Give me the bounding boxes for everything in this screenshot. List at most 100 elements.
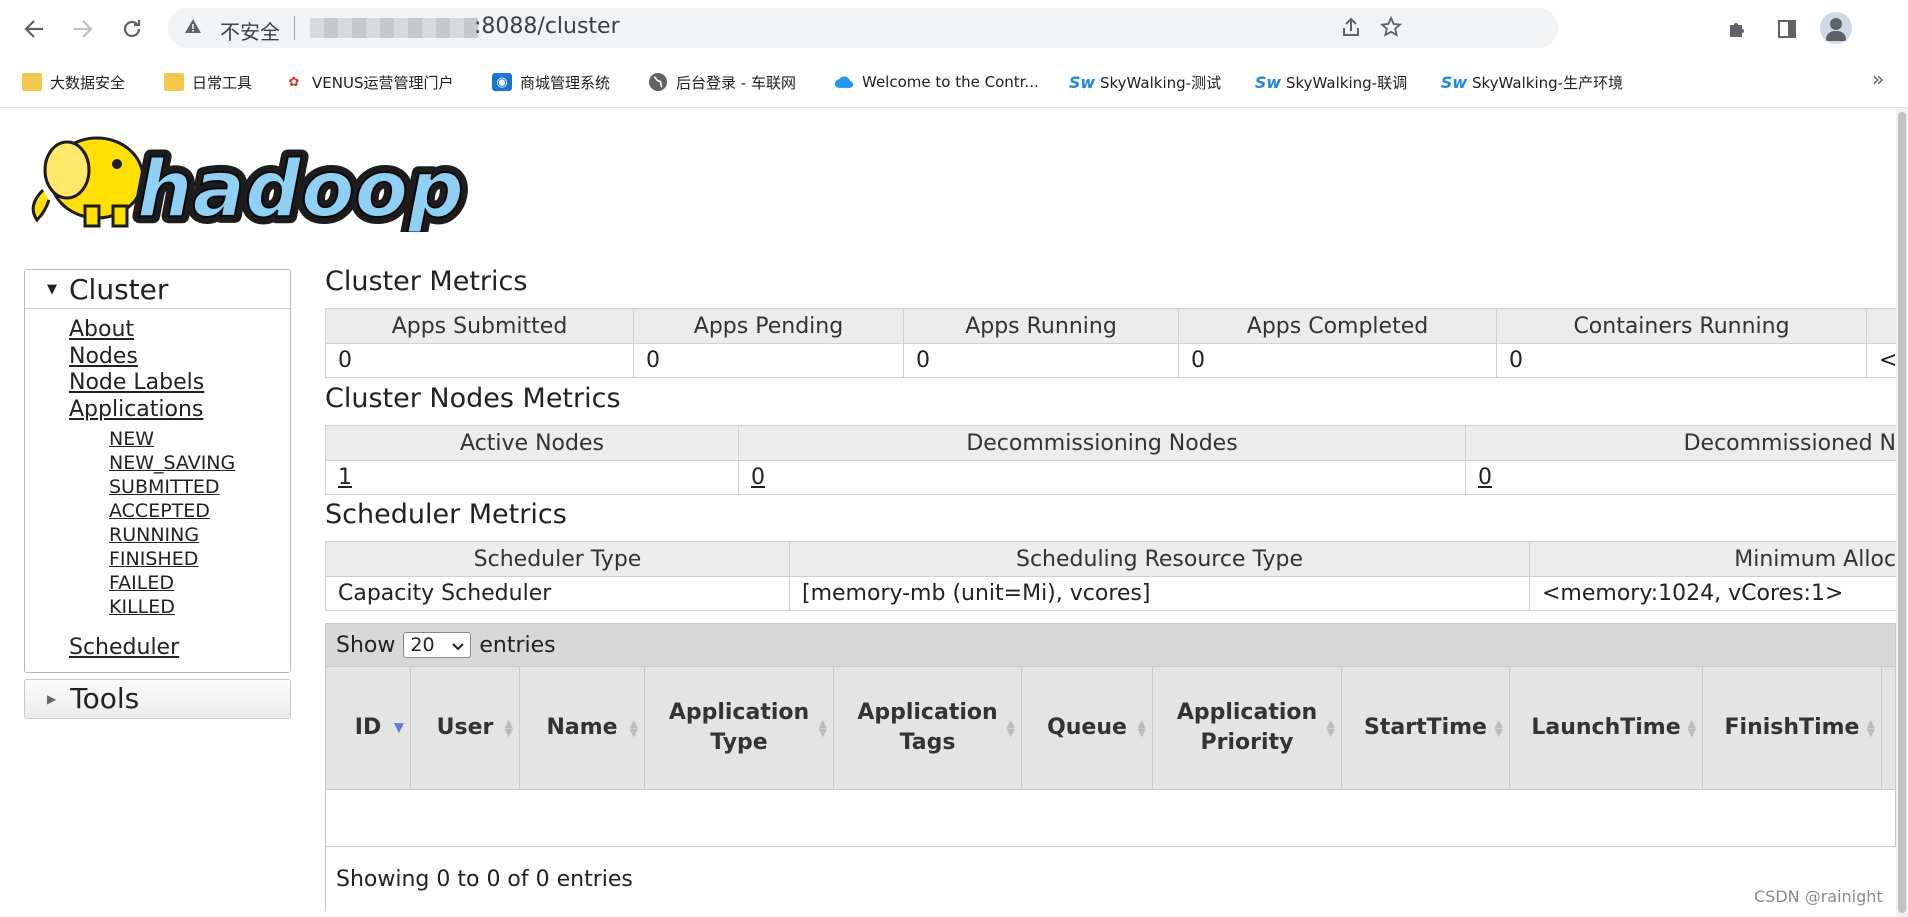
hadoop-cluster-page: hadoop hadoop ▼ Cluster About Nodes Node… [0, 108, 1896, 917]
application-states-list: NEW NEW_SAVING SUBMITTED ACCEPTED RUNNIN… [69, 427, 290, 619]
browser-toolbar: 不安全 :8088/cluster [0, 0, 1908, 57]
metric-value: 0 [738, 460, 1466, 495]
globe-icon [648, 73, 668, 91]
security-label[interactable]: 不安全 [220, 16, 280, 45]
app-state-failed[interactable]: FAILED [109, 571, 290, 595]
column-header-launch-time[interactable]: LaunchTime ▲ ▼ [1510, 667, 1703, 789]
column-header: Scheduling Resource Type [789, 541, 1530, 577]
column-header-user[interactable]: User ▲ ▼ [411, 667, 520, 789]
bookmarks-bar: 大数据安全 日常工具 ✿ VENUS运营管理门户 ◉ 商城管理系统 后台登录 -… [0, 57, 1908, 108]
reload-icon[interactable] [115, 12, 149, 46]
bookmark-star-icon[interactable] [1379, 15, 1403, 44]
column-header: Containers Running [1496, 308, 1867, 344]
column-header-application-tags[interactable]: Application Tags ▲ ▼ [834, 667, 1022, 789]
cluster-panel: ▼ Cluster About Nodes Node Labels Applic… [24, 269, 291, 673]
table-info: Showing 0 to 0 of 0 entries [325, 847, 1896, 911]
bookmark-item[interactable]: 日常工具 [164, 69, 252, 95]
decommissioned-nodes-link[interactable]: 0 [1478, 465, 1492, 490]
bookmark-item[interactable]: ◉ 商城管理系统 [492, 69, 610, 95]
url-text[interactable]: :8088/cluster [474, 14, 620, 39]
app-state-running[interactable]: RUNNING [109, 523, 290, 547]
metric-value: 0 [903, 343, 1179, 378]
column-header-finish-time[interactable]: FinishTime ▲ ▼ [1703, 667, 1882, 789]
address-bar[interactable]: 不安全 :8088/cluster [168, 8, 1558, 48]
column-header-name[interactable]: Name ▲ ▼ [520, 667, 645, 789]
active-nodes-link[interactable]: 1 [338, 465, 352, 490]
bookmark-item[interactable]: 大数据安全 [22, 69, 125, 95]
column-header: Decommissioned N [1465, 425, 1896, 461]
table-empty-body [325, 790, 1896, 847]
cluster-metrics-title: Cluster Metrics [325, 266, 528, 297]
sidebar-link-about[interactable]: About [69, 317, 290, 344]
app-state-new[interactable]: NEW [109, 427, 290, 451]
bookmark-item[interactable]: Sw SkyWalking-测试 [1068, 69, 1221, 95]
tools-panel-header[interactable]: ▶ Tools [24, 678, 291, 719]
app-state-accepted[interactable]: ACCEPTED [109, 499, 290, 523]
triangle-right-icon: ▶ [47, 691, 57, 706]
hadoop-logo: hadoop hadoop [31, 136, 471, 232]
sidebar: ▼ Cluster About Nodes Node Labels Applic… [24, 269, 291, 719]
warning-icon [184, 17, 202, 40]
bookmarks-overflow-chevron-icon[interactable]: » [1872, 67, 1884, 91]
app-state-new-saving[interactable]: NEW_SAVING [109, 451, 290, 475]
sort-desc-icon: ▼ [394, 720, 404, 736]
metric-value: 0 [1178, 343, 1497, 378]
metric-value: 0 [1465, 460, 1896, 495]
forward-arrow-icon[interactable] [66, 12, 100, 46]
sort-icon: ▲ ▼ [629, 717, 638, 739]
watermark: CSDN @rainight [1754, 887, 1883, 906]
decommissioning-nodes-link[interactable]: 0 [751, 465, 765, 490]
sidebar-link-scheduler[interactable]: Scheduler [69, 635, 290, 662]
cloud-icon [834, 73, 854, 91]
metric-value: <memory:1024, vCores:1> [1529, 576, 1896, 611]
metric-value: 0 [1496, 343, 1867, 378]
cluster-nodes-metrics-table: Active Nodes Decommissioning Nodes Decom… [325, 425, 1896, 495]
column-header: Apps Completed [1178, 308, 1497, 344]
column-header-start-time[interactable]: StartTime ▲ ▼ [1342, 667, 1510, 789]
scrollbar-thumb[interactable] [1898, 112, 1906, 913]
side-panel-icon[interactable] [1770, 12, 1804, 46]
column-header: Apps Pending [633, 308, 904, 344]
column-header-application-priority[interactable]: Application Priority ▲ ▼ [1153, 667, 1342, 789]
bookmark-item[interactable]: Sw SkyWalking-联调 [1254, 69, 1407, 95]
page-size-select[interactable]: 20 [403, 632, 472, 658]
sort-icon: ▲ ▼ [818, 717, 827, 739]
sort-icon: ▲ ▼ [1866, 717, 1875, 739]
app-state-finished[interactable]: FINISHED [109, 547, 290, 571]
metric-value: 0 [325, 343, 634, 378]
table-length-control: Show 20 entries [325, 623, 1896, 667]
bookmark-item[interactable]: ✿ VENUS运营管理门户 [284, 69, 454, 95]
metric-value: [memory-mb (unit=Mi), vcores] [789, 576, 1530, 611]
app-state-killed[interactable]: KILLED [109, 595, 290, 619]
column-header: Active Nodes [325, 425, 739, 461]
applications-table: Show 20 entries ID ▼ User ▲ ▼ Name ▲ ▼ Applic… [325, 623, 1896, 911]
cluster-panel-header[interactable]: ▼ Cluster [25, 270, 290, 309]
metric-value: 0 [633, 343, 904, 378]
sidebar-link-nodes[interactable]: Nodes [69, 344, 290, 371]
bookmark-item[interactable]: Welcome to the Contr... [834, 69, 1039, 95]
page-scrollbar[interactable] [1896, 108, 1908, 917]
sidebar-link-node-labels[interactable]: Node Labels [69, 370, 290, 397]
column-header: Scheduler Type [325, 541, 790, 577]
sw-icon: Sw [1068, 72, 1096, 92]
sort-icon: ▲ ▼ [1326, 717, 1335, 739]
column-header: Decommissioning Nodes [738, 425, 1466, 461]
column-header-id[interactable]: ID ▼ [326, 667, 411, 789]
sw-icon: Sw [1254, 72, 1282, 92]
cluster-nodes-metrics-title: Cluster Nodes Metrics [325, 383, 621, 414]
column-header-application-type[interactable]: Application Type ▲ ▼ [645, 667, 834, 789]
bookmark-item[interactable]: 后台登录 - 车联网 [648, 69, 796, 95]
bookmark-item[interactable]: Sw SkyWalking-生产环境 [1441, 69, 1623, 95]
scheduler-metrics-table: Scheduler Type Scheduling Resource Type … [325, 541, 1896, 611]
profile-avatar-icon[interactable] [1820, 12, 1852, 44]
app-state-submitted[interactable]: SUBMITTED [109, 475, 290, 499]
column-header-queue[interactable]: Queue ▲ ▼ [1022, 667, 1153, 789]
back-arrow-icon[interactable] [17, 12, 51, 46]
sidebar-link-applications[interactable]: Applications [69, 397, 290, 424]
chevron-down-icon [452, 634, 465, 656]
triangle-down-icon: ▼ [47, 281, 57, 297]
extensions-puzzle-icon[interactable] [1721, 12, 1755, 46]
scheduler-metrics-title: Scheduler Metrics [325, 499, 567, 530]
share-icon[interactable] [1340, 16, 1362, 44]
column-header [1866, 308, 1896, 344]
